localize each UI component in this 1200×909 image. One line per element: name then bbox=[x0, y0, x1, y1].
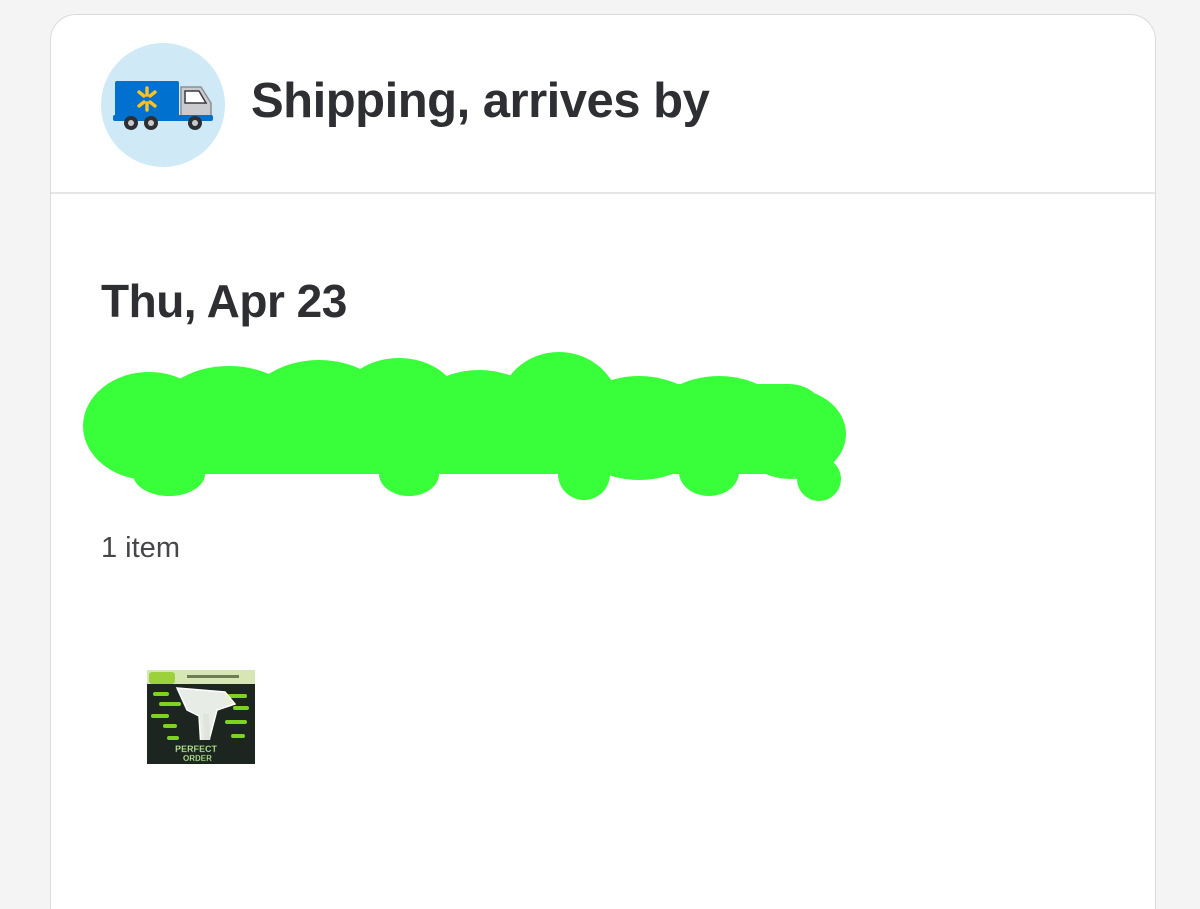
card-header: Shipping, arrives by bbox=[51, 15, 1155, 194]
product-thumbnail[interactable]: PERFECT ORDER bbox=[147, 670, 255, 764]
shipping-card: Shipping, arrives by Thu, Apr 23 1 item … bbox=[50, 14, 1156, 909]
shipping-header-title: Shipping, arrives by bbox=[251, 74, 710, 128]
item-count: 1 item bbox=[101, 532, 180, 564]
arrival-date: Thu, Apr 23 bbox=[101, 275, 347, 327]
product-thumbnail-text-line-1: PERFECT bbox=[175, 744, 218, 754]
card-body: Thu, Apr 23 1 item PERFECT ORDER bbox=[51, 194, 1155, 909]
delivery-truck-badge bbox=[101, 43, 225, 167]
walmart-delivery-truck-icon bbox=[113, 81, 213, 130]
redaction-scribble bbox=[83, 352, 846, 501]
product-thumbnail-text-line-2: ORDER bbox=[183, 754, 212, 763]
